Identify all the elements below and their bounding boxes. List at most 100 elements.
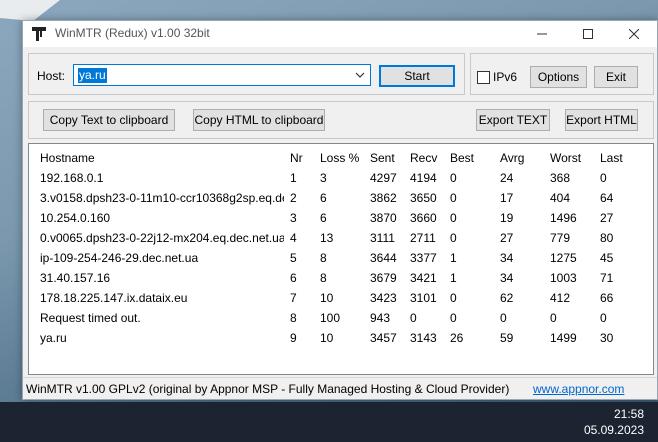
cell-avrg: 62 xyxy=(500,291,514,305)
cell-sent: 3423 xyxy=(370,291,397,305)
column-header-best[interactable]: Best xyxy=(450,148,496,168)
export-html-button[interactable]: Export HTML xyxy=(565,109,638,131)
cell-worst: 779 xyxy=(550,231,571,245)
minimize-icon xyxy=(537,33,547,35)
cell-best: 0 xyxy=(450,231,457,245)
host-value[interactable]: ya.ru xyxy=(78,68,107,83)
cell-last: 64 xyxy=(600,191,614,205)
cell-recv: 0 xyxy=(410,311,417,325)
table-row[interactable]: Request timed out. 8 100 943 0 0 0 0 0 xyxy=(29,308,653,328)
status-text: WinMTR v1.00 GPLv2 (original by Appnor M… xyxy=(26,382,510,396)
cell-recv: 4194 xyxy=(410,171,437,185)
cell-last: 71 xyxy=(600,271,614,285)
cell-avrg: 0 xyxy=(500,311,507,325)
cell-worst: 404 xyxy=(550,191,571,205)
taskbar: 21:58 05.09.2023 xyxy=(0,402,658,442)
table-row[interactable]: 192.168.0.1 1 3 4297 4194 0 24 368 0 xyxy=(29,168,653,188)
status-bar: WinMTR v1.00 GPLv2 (original by Appnor M… xyxy=(23,377,657,399)
cell-recv: 3660 xyxy=(410,211,437,225)
cell-last: 27 xyxy=(600,211,614,225)
cell-best: 1 xyxy=(450,271,457,285)
clock-date: 05.09.2023 xyxy=(583,423,644,437)
appnor-link[interactable]: www.appnor.com xyxy=(533,382,624,396)
cell-recv: 3377 xyxy=(410,251,437,265)
cell-sent: 3111 xyxy=(370,231,395,245)
cell-hostname: ip-109-254-246-29.dec.net.ua xyxy=(40,251,199,265)
cell-avrg: 27 xyxy=(500,231,514,245)
cell-best: 0 xyxy=(450,311,457,325)
cell-loss: 8 xyxy=(320,271,327,285)
cell-hostname: Request timed out. xyxy=(40,311,141,325)
cell-last: 45 xyxy=(600,251,614,265)
cell-sent: 3862 xyxy=(370,191,397,205)
table-row[interactable]: 3.v0158.dpsh23-0-11m10-ccr10368g2sp.eq.d… xyxy=(29,188,653,208)
ipv6-checkbox[interactable] xyxy=(477,71,490,84)
maximize-icon xyxy=(583,29,593,39)
cell-worst: 368 xyxy=(550,171,571,185)
table-row[interactable]: 31.40.157.16 6 8 3679 3421 1 34 1003 71 xyxy=(29,268,653,288)
table-row[interactable]: 0.v0065.dpsh23-0-22j12-mx204.eq.dec.net.… xyxy=(29,228,653,248)
cell-worst: 1275 xyxy=(550,251,577,265)
exit-button[interactable]: Exit xyxy=(594,66,638,88)
cell-worst: 1496 xyxy=(550,211,577,225)
cell-sent: 3870 xyxy=(370,211,397,225)
chevron-down-icon[interactable] xyxy=(354,69,366,81)
cell-recv: 3421 xyxy=(410,271,437,285)
cell-best: 26 xyxy=(450,331,464,345)
table-row[interactable]: ya.ru 9 10 3457 3143 26 59 1499 30 xyxy=(29,328,653,348)
host-combobox[interactable]: ya.ru xyxy=(73,64,371,86)
clock-time: 21:58 xyxy=(613,407,644,421)
cell-hostname: 10.254.0.160 xyxy=(40,211,111,225)
cell-loss: 13 xyxy=(320,231,334,245)
cell-nr: 7 xyxy=(290,291,297,305)
column-header-loss[interactable]: Loss % xyxy=(320,148,368,168)
column-header-sent[interactable]: Sent xyxy=(370,148,408,168)
minimize-button[interactable] xyxy=(519,21,565,47)
ipv6-label[interactable]: IPv6 xyxy=(493,70,517,84)
maximize-button[interactable] xyxy=(565,21,611,47)
copy-text-button[interactable]: Copy Text to clipboard xyxy=(43,109,175,131)
cell-loss: 10 xyxy=(320,331,334,345)
cell-best: 0 xyxy=(450,291,457,305)
column-header-avrg[interactable]: Avrg xyxy=(500,148,548,168)
cell-loss: 100 xyxy=(320,311,341,325)
taskbar-clock[interactable]: 21:58 05.09.2023 xyxy=(584,406,644,438)
cell-last: 66 xyxy=(600,291,614,305)
cell-hostname: ya.ru xyxy=(40,331,67,345)
cell-recv: 3143 xyxy=(410,331,437,345)
cell-recv: 3101 xyxy=(410,291,437,305)
cell-loss: 8 xyxy=(320,251,327,265)
cell-nr: 8 xyxy=(290,311,297,325)
column-header-nr[interactable]: Nr xyxy=(290,148,316,168)
column-header-worst[interactable]: Worst xyxy=(550,148,598,168)
copy-html-button[interactable]: Copy HTML to clipboard xyxy=(193,109,325,131)
results-list[interactable]: Hostname Nr Loss % Sent Recv Best Avrg W… xyxy=(28,143,654,375)
app-icon xyxy=(32,27,46,41)
close-button[interactable] xyxy=(611,21,657,47)
cell-worst: 1499 xyxy=(550,331,577,345)
cell-sent: 3679 xyxy=(370,271,397,285)
cell-loss: 10 xyxy=(320,291,334,305)
cell-worst: 412 xyxy=(550,291,571,305)
table-row[interactable]: 10.254.0.160 3 6 3870 3660 0 19 1496 27 xyxy=(29,208,653,228)
cell-sent: 3457 xyxy=(370,331,397,345)
title-bar[interactable]: WinMTR (Redux) v1.00 32bit xyxy=(23,21,657,47)
cell-avrg: 34 xyxy=(500,271,514,285)
column-header-hostname[interactable]: Hostname xyxy=(40,148,284,168)
cell-avrg: 34 xyxy=(500,251,514,265)
start-button[interactable]: Start xyxy=(379,65,455,87)
cell-nr: 4 xyxy=(290,231,297,245)
cell-last: 0 xyxy=(600,171,607,185)
export-text-button[interactable]: Export TEXT xyxy=(476,109,550,131)
options-button[interactable]: Options xyxy=(530,66,587,88)
column-header-last[interactable]: Last xyxy=(600,148,648,168)
cell-loss: 6 xyxy=(320,211,327,225)
column-header-recv[interactable]: Recv xyxy=(410,148,448,168)
cell-nr: 9 xyxy=(290,331,297,345)
cell-best: 0 xyxy=(450,211,457,225)
table-row[interactable]: ip-109-254-246-29.dec.net.ua 5 8 3644 3377 1 3… xyxy=(29,248,653,268)
cell-best: 0 xyxy=(450,171,457,185)
cell-hostname: 3.v0158.dpsh23-0-11m10-ccr10368g2sp.eq.d… xyxy=(40,191,284,205)
table-row[interactable]: 178.18.225.147.ix.dataix.eu 7 10 3423 3101 0 6… xyxy=(29,288,653,308)
cell-nr: 5 xyxy=(290,251,297,265)
